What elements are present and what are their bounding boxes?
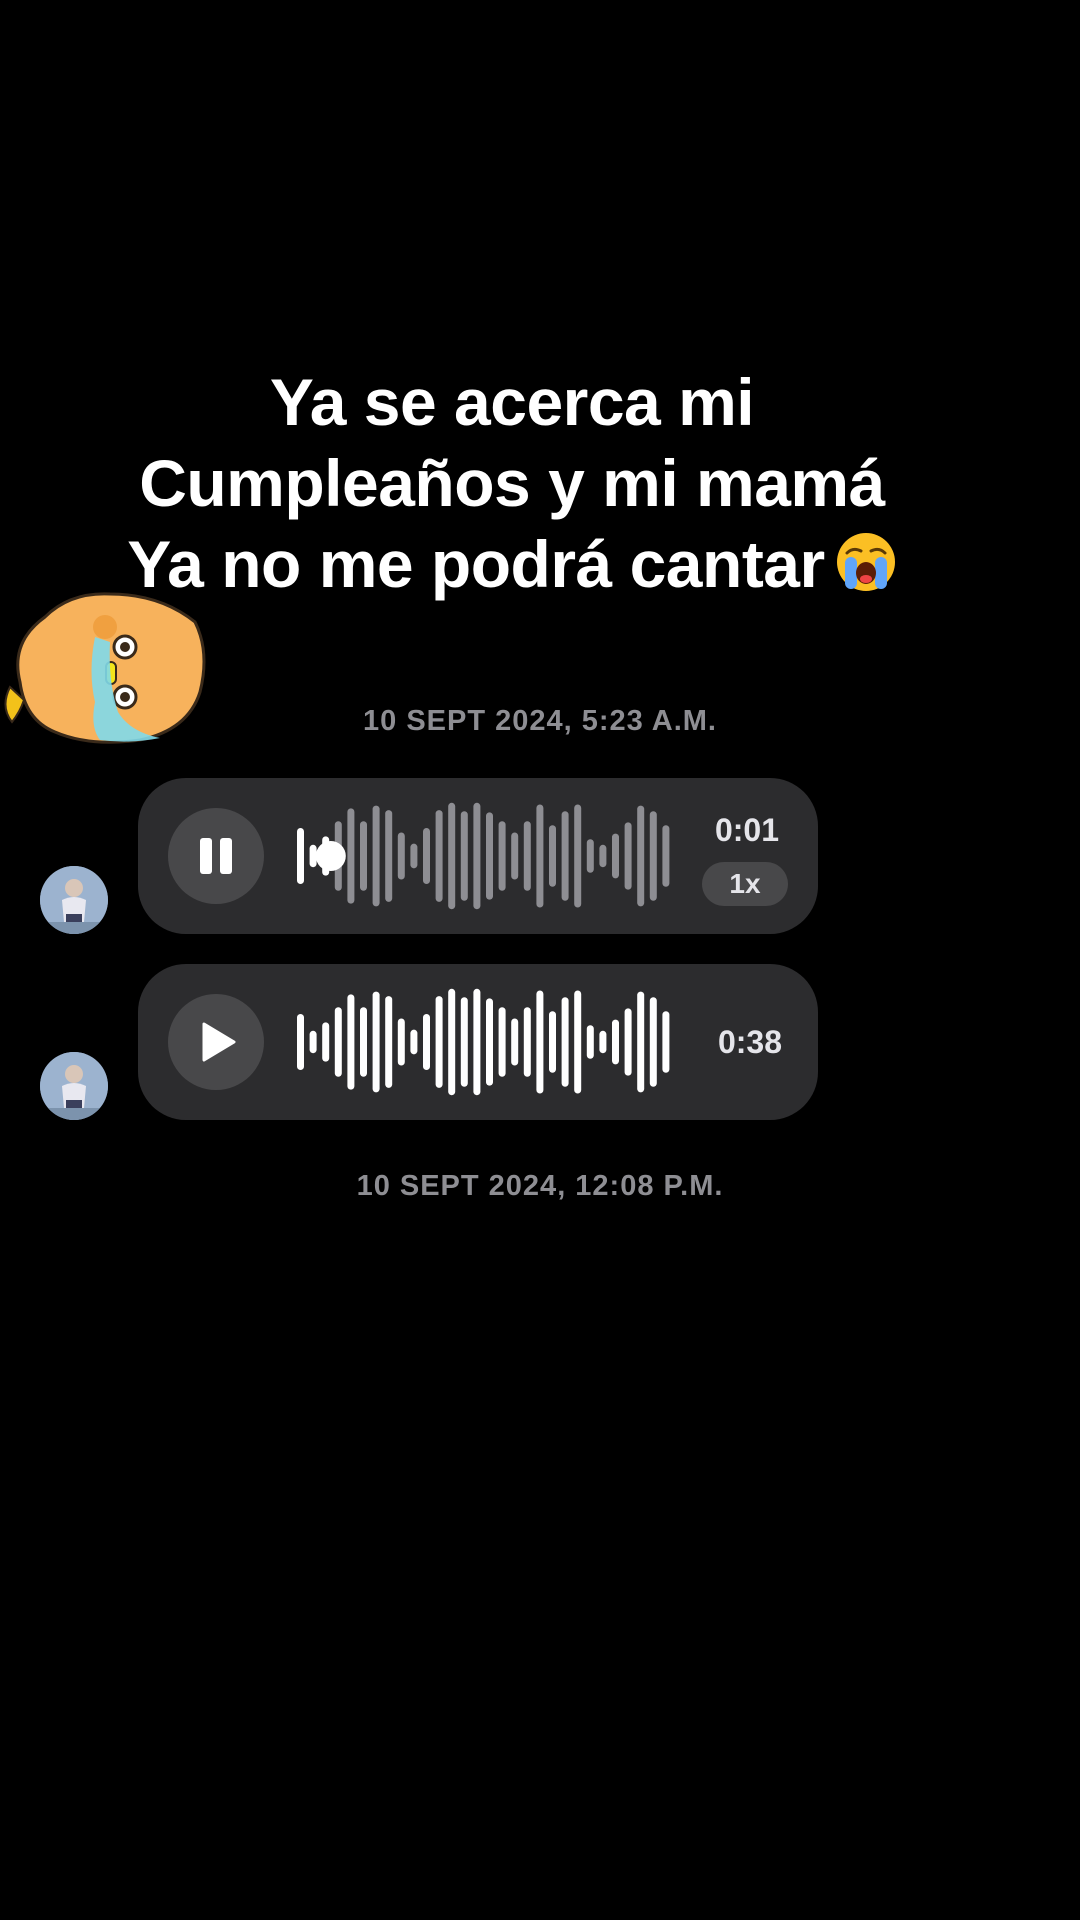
avatar-photo	[40, 866, 108, 934]
waveform-bar	[397, 1018, 405, 1066]
waveform-bar	[347, 808, 355, 904]
sender-avatar[interactable]	[40, 1052, 108, 1120]
voice-message-2[interactable]: 0:38	[138, 964, 818, 1120]
pause-button[interactable]	[168, 808, 264, 904]
waveform-bar	[309, 1030, 317, 1054]
waveform-bar	[511, 1018, 519, 1066]
waveform-bar	[624, 1008, 632, 1076]
waveform-bar	[523, 821, 531, 891]
waveform-bar	[410, 1029, 418, 1055]
waveform-bar	[410, 843, 418, 869]
audio-duration: 0:38	[717, 1024, 782, 1060]
play-icon	[202, 1022, 236, 1062]
waveform-bar	[561, 997, 569, 1087]
waveform-bar	[649, 811, 657, 901]
waveform-bar	[612, 833, 619, 879]
waveform-bar	[347, 994, 355, 1090]
waveform-bar	[486, 812, 493, 900]
waveform-bar	[460, 811, 468, 901]
waveform-bar	[511, 832, 519, 880]
waveform-bar	[448, 988, 456, 1096]
waveform-bar	[385, 810, 393, 902]
waveform[interactable]	[293, 984, 673, 1100]
waveform-bar	[586, 839, 594, 873]
waveform-bar	[612, 1019, 619, 1065]
chat-timestamp: 10 SEPT 2024, 12:08 P.M.	[356, 1170, 724, 1202]
waveform-bar	[297, 828, 304, 884]
waveform-bar	[334, 1007, 342, 1077]
waveform-bar	[662, 825, 670, 887]
waveform-bar	[322, 1022, 330, 1062]
voice-message-1[interactable]: 0:01 1x	[138, 778, 818, 934]
caption-line-2: Cumpleaños y mi mamá	[139, 446, 885, 520]
waveform-bar	[637, 805, 645, 907]
waveform-bar	[397, 832, 405, 880]
waveform-bar	[637, 991, 645, 1093]
waveform-bar	[423, 828, 430, 884]
waveform-bar	[435, 996, 443, 1088]
sender-avatar[interactable]	[40, 866, 108, 934]
waveform-bar	[460, 997, 468, 1087]
waveform-bar	[435, 810, 443, 902]
waveform-bar	[536, 990, 544, 1094]
overlay-caption: Ya se acerca mi Cumpleaños y mi mamá Ya …	[0, 362, 1024, 605]
playback-speed-button[interactable]: 1x	[702, 862, 788, 906]
waveform-bar	[574, 990, 582, 1094]
waveform-bars	[297, 988, 670, 1096]
caption-line-1: Ya se acerca mi	[269, 365, 755, 439]
waveform-bar	[297, 1014, 304, 1070]
play-button[interactable]	[168, 994, 264, 1090]
waveform-bar	[385, 996, 393, 1088]
waveform-bar	[486, 998, 493, 1086]
avatar-photo	[40, 1052, 108, 1120]
waveform-bar	[360, 821, 367, 891]
waveform-bar	[574, 804, 582, 908]
waveform-bar	[561, 811, 569, 901]
waveform-bars	[297, 802, 670, 910]
waveform-bar	[448, 802, 456, 910]
waveform-bar	[309, 844, 317, 868]
crying-face-emoji-icon	[836, 533, 895, 591]
waveform[interactable]	[293, 798, 673, 914]
waveform-bar	[624, 822, 632, 890]
waveform-bar	[523, 1007, 531, 1077]
waveform-bar	[662, 1011, 670, 1073]
waveform-bar	[360, 1007, 367, 1077]
elapsed-time: 0:01	[714, 812, 779, 848]
waveform-bar	[549, 825, 556, 887]
waveform-bar	[473, 802, 481, 910]
waveform-bar	[599, 1030, 607, 1054]
waveform-bar	[473, 988, 481, 1096]
caption-line-3-text: Ya no me podrá cantar	[127, 527, 825, 601]
waveform-bar	[423, 1014, 430, 1070]
waveform-bar	[498, 1007, 506, 1077]
chat-timestamp: 10 SEPT 2024, 5:23 A.M.	[363, 705, 717, 737]
waveform-bar	[549, 1011, 556, 1073]
scrubber-handle[interactable]	[315, 841, 346, 871]
waveform-bar	[372, 991, 380, 1093]
pause-icon	[200, 838, 232, 874]
waveform-bar	[649, 997, 657, 1087]
waveform-bar	[599, 844, 607, 868]
waveform-bar	[586, 1025, 594, 1059]
waveform-bar	[372, 805, 380, 907]
waveform-bar	[498, 821, 506, 891]
waveform-bar	[536, 804, 544, 908]
